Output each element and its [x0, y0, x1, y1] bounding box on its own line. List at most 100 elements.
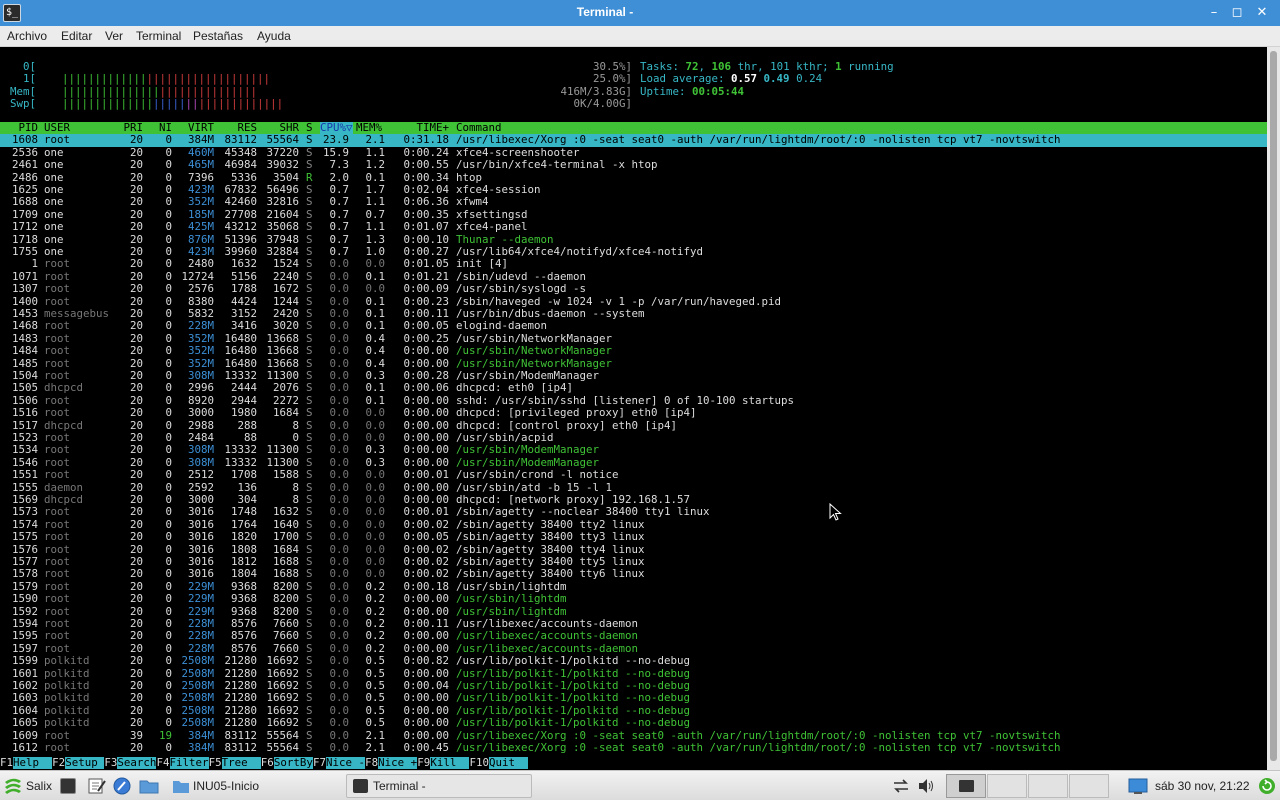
network-icon[interactable] — [892, 778, 910, 794]
process-row[interactable]: 1468 root 20 0 228M 3416 3020 S 0.0 0.1 0:00.05 elo… — [0, 319, 1267, 333]
menu-terminal[interactable]: Terminal — [136, 29, 181, 43]
workspace-4-switcher[interactable] — [1069, 774, 1109, 798]
fkey-f1-label[interactable]: Help — [13, 756, 53, 770]
fkey-f3-label[interactable]: Search — [117, 756, 157, 770]
process-res: 46984 — [224, 158, 257, 172]
process-res: 1748 — [230, 505, 257, 519]
show-desktop-icon[interactable] — [1128, 777, 1148, 795]
fkey-f3[interactable]: F3 — [104, 756, 118, 770]
process-row[interactable]: 1534 root 20 0 308M 13332 11300 S 0.0 0.3 0:00.00 /… — [0, 443, 1267, 457]
terminal-area[interactable]: 0[ |||||||||||||||||||||||||||||||| 30.5… — [0, 47, 1267, 770]
start-menu-label[interactable]: Salix — [26, 779, 52, 793]
minimize-button[interactable]: – — [1203, 3, 1225, 23]
workspace-window-icon — [959, 780, 974, 792]
fkey-f6-label[interactable]: SortBy — [273, 756, 313, 770]
process-cpu: 0.0 — [329, 319, 349, 333]
fkey-f2-label[interactable]: Setup — [65, 756, 105, 770]
fkey-f10-label[interactable]: Quit — [489, 756, 529, 770]
process-time: 0:00.82 — [403, 654, 449, 668]
menu-editar[interactable]: Editar — [61, 29, 92, 43]
cpu0-bar: |||||||||||||||||||||||||||||||| — [62, 72, 271, 86]
process-shr: 1684 — [272, 406, 299, 420]
process-command: /usr/bin/xfce4-terminal -x htop — [456, 158, 658, 172]
process-res: 21280 — [224, 716, 257, 730]
fkey-f6[interactable]: F6 — [260, 756, 274, 770]
process-time: 0:01.05 — [403, 257, 449, 271]
fkey-f5[interactable]: F5 — [208, 756, 222, 770]
process-row[interactable]: 1603 polkitd 20 0 2508M 21280 16692 S 0.0 0.5 0:00… — [0, 691, 1267, 705]
fkey-f10[interactable]: F10 — [469, 756, 489, 770]
fkey-f5-label[interactable]: Tree — [221, 756, 261, 770]
process-priority: 20 — [129, 592, 143, 606]
process-res: 42460 — [224, 195, 257, 209]
fkey-f9[interactable]: F9 — [417, 756, 431, 770]
terminal-scrollbar[interactable] — [1267, 47, 1280, 770]
process-row[interactable]: 1578 root 20 0 3016 1804 1688 S 0.0 0.0 0:00.02/sb… — [0, 567, 1267, 580]
volume-icon[interactable] — [917, 778, 935, 794]
process-row[interactable]: 1516 root 20 0 3000 1980 1684 S 0.0 0.0 0:00.00 dhc… — [0, 406, 1267, 420]
updates-notifier-icon[interactable] — [1258, 777, 1276, 795]
menu-ayuda[interactable]: Ayuda — [257, 29, 291, 43]
browser-launcher-icon[interactable] — [113, 777, 131, 795]
taskbar-task-folder[interactable]: INU05-Inicio — [166, 774, 338, 798]
swp-label: Swp[ — [9, 97, 36, 111]
window-titlebar[interactable]: $_ Terminal - – ◻ ✕ — [0, 0, 1280, 26]
process-row[interactable]: 1608 root 20 0 384M 83112 55564 S 23.9 2.1 0:31.18… — [0, 133, 1267, 147]
process-virt: 384M — [187, 133, 214, 147]
fkey-f7[interactable]: F7 — [312, 756, 326, 770]
process-row[interactable]: 1688 one 20 0 352M 42460 32816 S 0.7 1.1 0:06.36 xf… — [0, 195, 1267, 209]
salix-logo-icon[interactable] — [3, 777, 23, 795]
fkey-f9-label[interactable]: Kill — [430, 756, 470, 770]
workspace-3-switcher[interactable] — [1028, 774, 1068, 798]
process-res: 83112 — [224, 133, 257, 147]
menu-archivo[interactable]: Archivo — [7, 29, 47, 43]
taskbar-task-terminal[interactable]: Terminal - — [346, 774, 532, 798]
process-nice: 0 — [165, 406, 172, 420]
terminal-launcher-icon[interactable] — [60, 778, 76, 794]
process-priority: 20 — [129, 741, 143, 754]
fkey-f4-label[interactable]: Filter — [169, 756, 209, 770]
process-virt: 308M — [187, 443, 214, 457]
process-row[interactable]: 1573 root 20 0 3016 1748 1632 S 0.0 0.0 0:00.01/sb… — [0, 505, 1267, 519]
process-row[interactable]: 1505 dhcpcd 20 0 2996 2444 2076 S 0.0 0.1 0:00.06 d… — [0, 381, 1267, 394]
process-row[interactable]: 1484 root 20 0 352M 16480 13668 S 0.0 0.4 0:00.00 /… — [0, 344, 1267, 357]
process-state: S — [306, 691, 313, 705]
scrollbar-thumb[interactable] — [1270, 51, 1277, 761]
process-row[interactable]: 1612 root 20 0 384M 83112 55564 S 0.0 2.1 0:00.45 /… — [0, 741, 1267, 754]
process-row[interactable]: 2461 one 20 0 465M 46984 39032 S 7.3 1.2 0:00.55/u… — [0, 158, 1267, 172]
process-row[interactable]: 1595 root 20 0 228M 8576 7660 S 0.0 0.2 0:00.00/us… — [0, 629, 1267, 642]
process-row[interactable]: 1712 one 20 0 425M 43212 35068 S 0.7 1.1 0:01.07 xf… — [0, 220, 1267, 233]
fkey-f2[interactable]: F2 — [52, 756, 66, 770]
process-virt: 3000 — [187, 406, 214, 420]
fkey-f4[interactable]: F4 — [156, 756, 170, 770]
process-pid: 2461 — [11, 158, 38, 172]
process-mem: 0.0 — [365, 530, 385, 544]
process-shr: 39032 — [266, 158, 299, 172]
process-row[interactable]: 1 root 20 0 2480 1632 1524 S 0.0 0.0 0:01.05 init [… — [0, 257, 1267, 271]
menu-pestanas[interactable]: Pestañas — [193, 29, 243, 43]
tasks-count: 72 — [685, 60, 699, 73]
fkey-f8-label[interactable]: Nice + — [378, 756, 418, 770]
close-button[interactable]: ✕ — [1251, 3, 1273, 23]
process-virt: 3016 — [187, 530, 214, 544]
process-row[interactable]: 1599 polkitd 20 0 2508M 21280 16692 S 0.0 0.5 0:00… — [0, 654, 1267, 668]
workspace-2-switcher[interactable] — [987, 774, 1027, 798]
maximize-button[interactable]: ◻ — [1226, 3, 1248, 23]
process-time: 0:00.00 — [403, 691, 449, 705]
workspace-1-switcher[interactable] — [946, 774, 986, 798]
process-row[interactable]: 1307 root 20 0 2576 1788 1672 S 0.0 0.0 0:00.09/us… — [0, 282, 1267, 295]
process-row[interactable]: 1590 root 20 0 229M 9368 8200 S 0.0 0.2 0:00.00/us… — [0, 592, 1267, 606]
file-manager-launcher-icon[interactable] — [139, 778, 159, 794]
text-editor-launcher-icon[interactable] — [88, 778, 106, 794]
process-time: 0:00.01 — [403, 468, 449, 482]
menu-ver[interactable]: Ver — [105, 29, 123, 43]
fkey-f7-label[interactable]: Nice - — [326, 756, 366, 770]
process-row[interactable]: 1575 root 20 0 3016 1820 1700 S 0.0 0.0 0:00.05/sb… — [0, 530, 1267, 544]
process-pid: 1608 — [11, 133, 38, 147]
clock[interactable]: sáb 30 nov, 21:22 — [1155, 779, 1250, 793]
fkey-f8[interactable]: F8 — [365, 756, 379, 770]
fkey-f1[interactable]: F1 — [0, 756, 14, 770]
process-row[interactable]: 1605 polkitd 20 0 2508M 21280 16692 S 0.0 0.5 0:00… — [0, 716, 1267, 730]
process-row[interactable]: 1551 root 20 0 2512 1708 1588 S 0.0 0.0 0:00.01/us… — [0, 468, 1267, 482]
process-nice: 0 — [165, 741, 172, 754]
